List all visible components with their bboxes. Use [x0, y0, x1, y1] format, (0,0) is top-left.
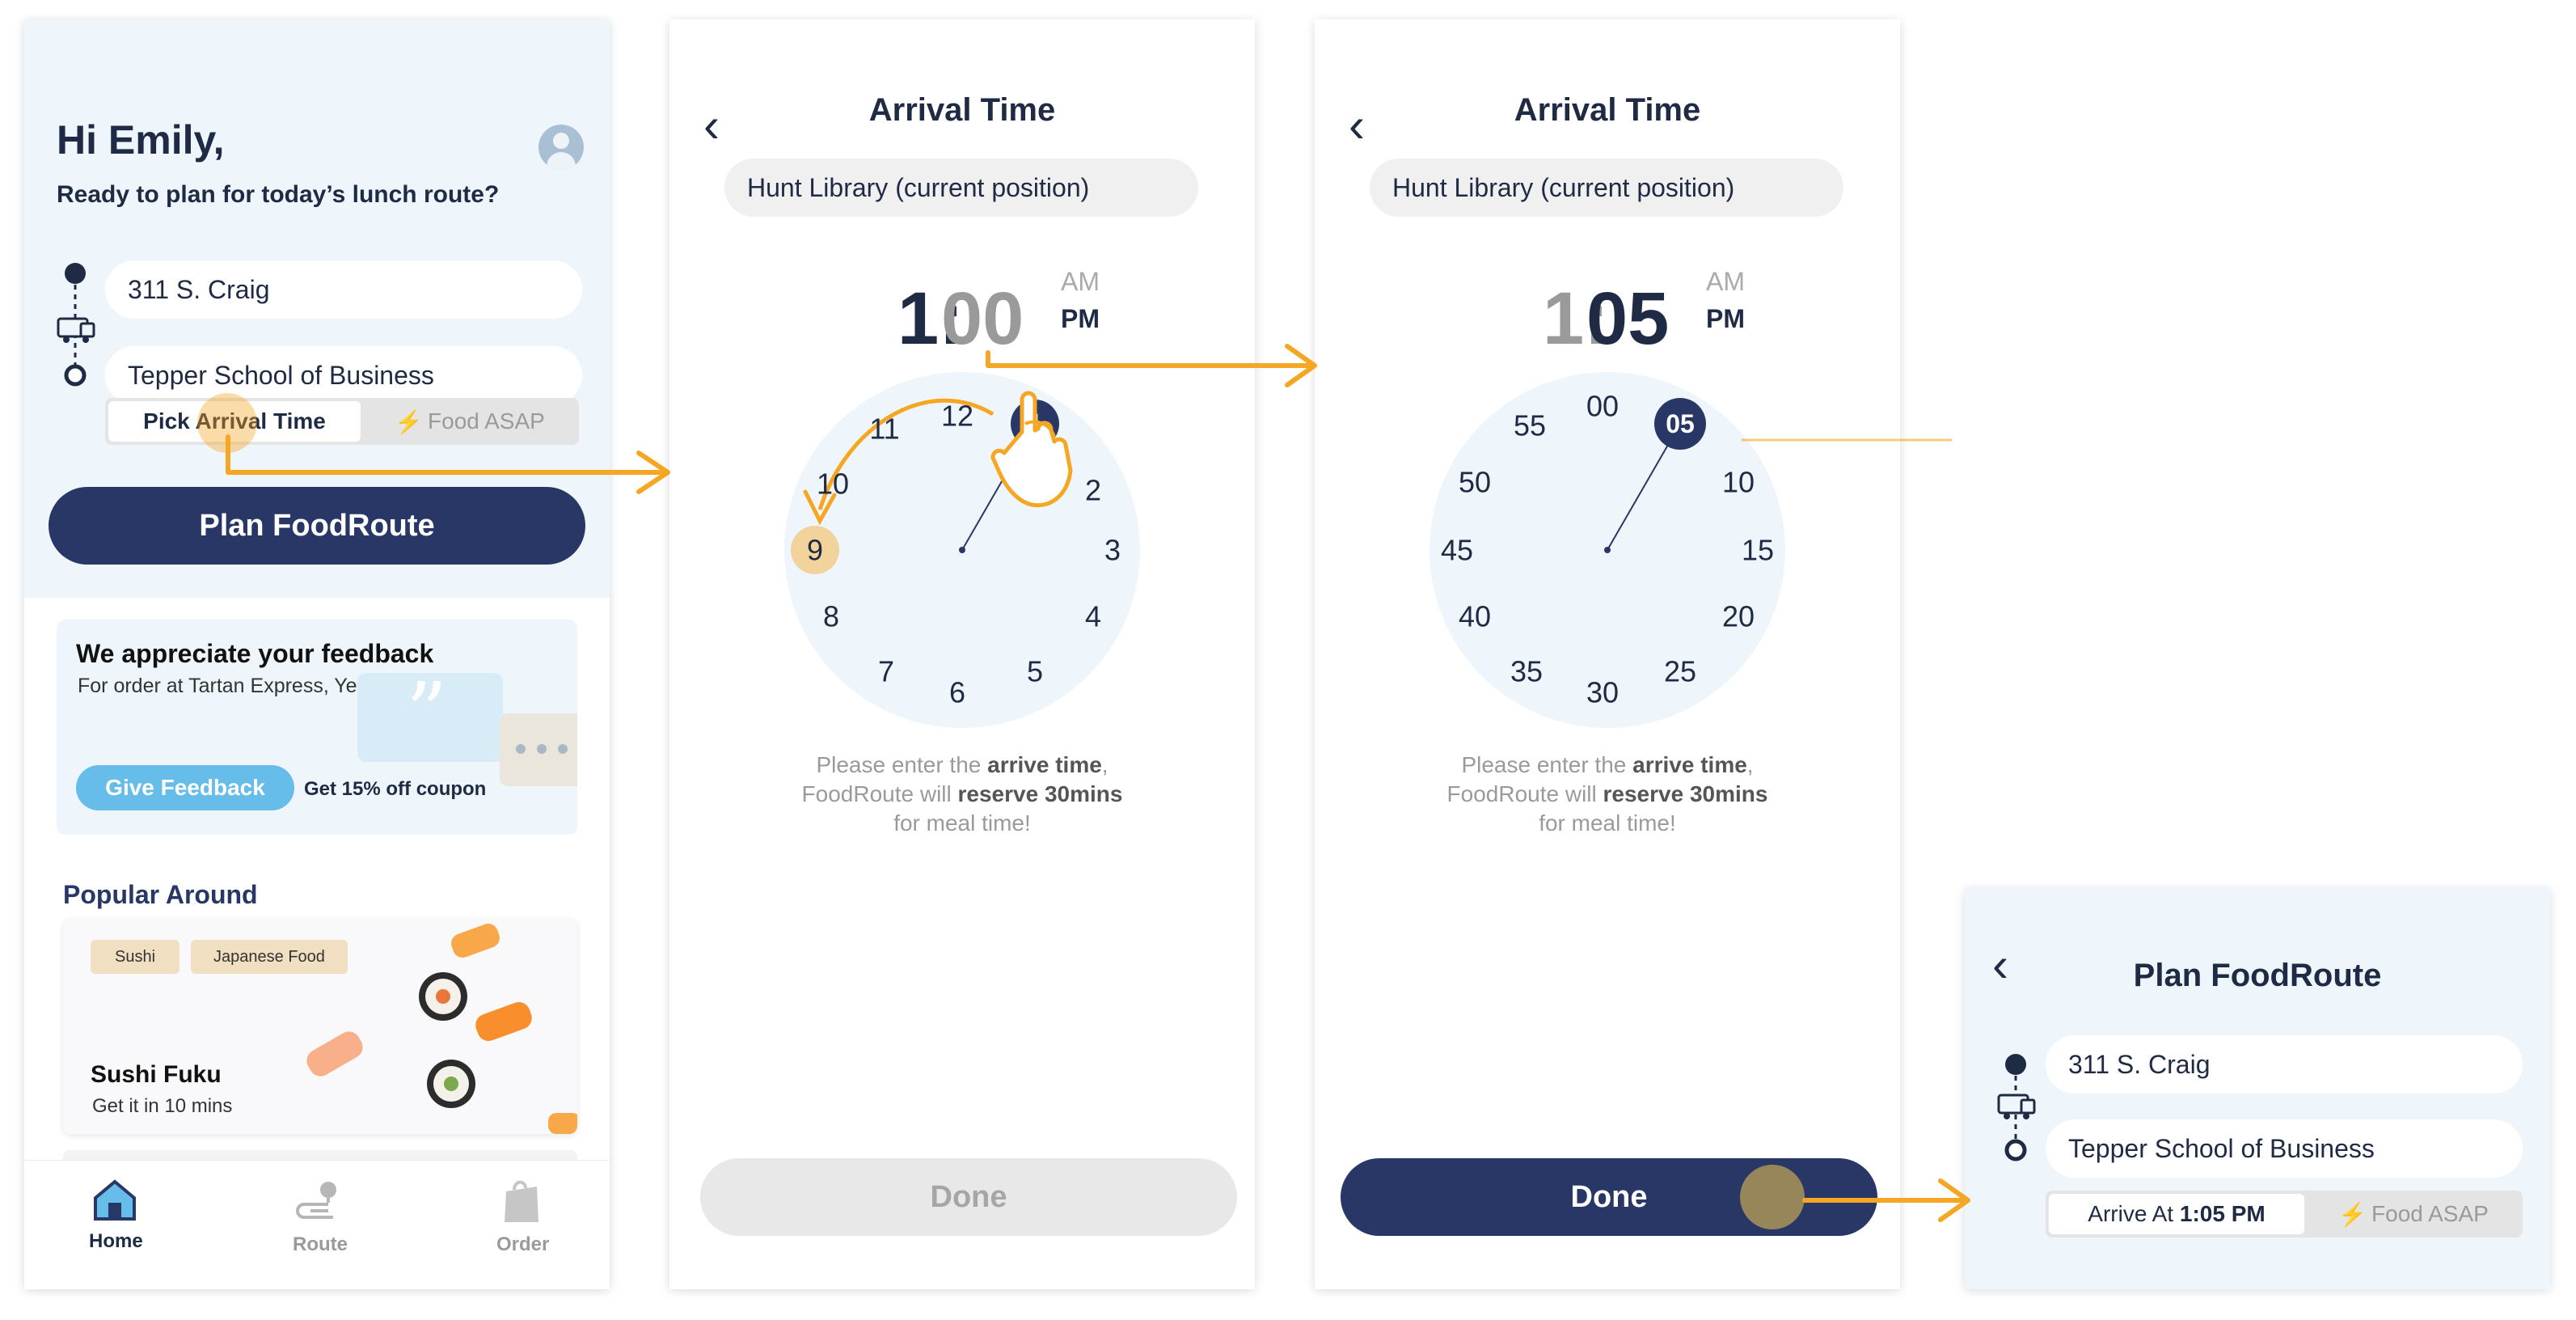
- dial-label[interactable]: 20: [1722, 600, 1755, 633]
- plan-foodroute-screen: ‹ Plan FoodRoute 311 S. Craig Tepper Sch…: [1965, 888, 2550, 1289]
- tag-pill: Sushi: [91, 940, 179, 974]
- dial-label[interactable]: 15: [1742, 534, 1774, 567]
- feedback-title: We appreciate your feedback: [76, 639, 434, 668]
- arrive-at-tab[interactable]: Arrive At 1:05 PM: [2049, 1194, 2304, 1234]
- arrival-time-screen-minute: ‹ Arrival Time Hunt Library (current pos…: [1315, 19, 1900, 1289]
- dial-label[interactable]: 00: [1586, 390, 1619, 423]
- arrival-hint: Please enter the arrive time, FoodRoute …: [1446, 752, 1768, 836]
- to-input[interactable]: Tepper School of Business: [105, 346, 582, 404]
- popular-heading: Popular Around: [63, 880, 258, 909]
- dial-label[interactable]: 6: [949, 676, 965, 709]
- dial-label-selected[interactable]: 05: [1666, 409, 1695, 438]
- coupon-text: Get 15% off coupon: [304, 778, 487, 800]
- dial-label[interactable]: 7: [878, 655, 894, 688]
- food-asap-tab[interactable]: ⚡ Food ASAP: [364, 401, 576, 442]
- dial-label[interactable]: 35: [1510, 655, 1543, 688]
- dial-label[interactable]: 5: [1027, 655, 1043, 688]
- dial-label[interactable]: 10: [1722, 466, 1755, 499]
- dial-label[interactable]: 30: [1586, 676, 1619, 709]
- flow-arrow-head: [1938, 1178, 1970, 1222]
- from-input[interactable]: 311 S. Craig: [105, 260, 582, 319]
- shopping-bag-icon: [505, 1180, 538, 1222]
- home-icon: [94, 1179, 136, 1221]
- home-screen: Hi Emily, Ready to plan for today’s lunc…: [24, 19, 610, 1289]
- dial-label[interactable]: 50: [1459, 466, 1491, 499]
- dial-label[interactable]: 2: [1085, 474, 1101, 507]
- tab-route[interactable]: Route: [293, 1233, 348, 1256]
- restaurant-eta: Get it in 10 mins: [92, 1095, 233, 1117]
- speech-bubble-icon: ”: [357, 665, 503, 762]
- chat-dots-icon: [500, 713, 577, 786]
- bolt-icon: ⚡: [2338, 1201, 2367, 1227]
- dial-label[interactable]: 4: [1085, 600, 1101, 633]
- plan-foodroute-button[interactable]: Plan FoodRoute: [49, 487, 585, 565]
- tab-bar: Home Route Order: [24, 1160, 610, 1289]
- route-line-icon: [1997, 1054, 2036, 1161]
- flow-arrow-head: [1285, 344, 1317, 387]
- arrival-hint: Please enter the arrive time, FoodRoute …: [801, 752, 1123, 836]
- dial-label[interactable]: 45: [1441, 534, 1473, 567]
- feedback-card: We appreciate your feedback For order at…: [57, 620, 577, 835]
- to-input[interactable]: Tepper School of Business: [2046, 1119, 2523, 1178]
- done-button-disabled[interactable]: Done: [700, 1158, 1237, 1236]
- dial-label[interactable]: 10: [817, 468, 849, 501]
- greeting: Hi Emily,: [57, 117, 225, 163]
- tap-indicator: [1740, 1165, 1805, 1229]
- dial-label[interactable]: 55: [1514, 409, 1546, 442]
- tab-home[interactable]: Home: [89, 1230, 143, 1253]
- give-feedback-button[interactable]: Give Feedback: [76, 765, 294, 810]
- timing-toggle: Arrive At 1:05 PM ⚡ Food ASAP: [2046, 1191, 2523, 1238]
- food-asap-tab[interactable]: ⚡ Food ASAP: [2308, 1194, 2519, 1234]
- route-icon: [296, 1182, 336, 1219]
- dial-label[interactable]: 12: [941, 400, 973, 433]
- dial-label[interactable]: 25: [1664, 655, 1696, 688]
- greeting-subtitle: Ready to plan for today’s lunch route?: [57, 181, 500, 208]
- screen-title: Plan FoodRoute: [2133, 958, 2382, 993]
- sushi-image: [306, 924, 577, 1134]
- bolt-icon: ⚡: [395, 408, 424, 434]
- arrival-time-screen-hour: ‹ Arrival Time Hunt Library (current pos…: [669, 19, 1255, 1289]
- tap-indicator: [197, 393, 257, 453]
- hour-dial[interactable]: 12 1 2 3 4 5 6 7 8 9 10 11: [669, 19, 1255, 1289]
- minute-dial[interactable]: 00 05 10 15 20 25 30 35 40 45 50 55: [1315, 19, 1900, 1289]
- dial-label[interactable]: 9: [807, 534, 823, 567]
- restaurant-card[interactable]: Sushi Japanese Food Sushi Fuku Get it in…: [63, 919, 577, 1134]
- restaurant-name: Sushi Fuku: [91, 1061, 222, 1088]
- dial-label[interactable]: 40: [1459, 600, 1491, 633]
- dial-label[interactable]: 11: [869, 412, 899, 446]
- dial-label[interactable]: 8: [823, 600, 839, 633]
- flow-arrow-head: [636, 451, 670, 494]
- avatar[interactable]: [538, 125, 584, 170]
- tab-order[interactable]: Order: [496, 1233, 549, 1256]
- from-input[interactable]: 311 S. Craig: [2046, 1035, 2523, 1094]
- timing-toggle: Pick Arrival Time ⚡ Food ASAP: [105, 398, 579, 445]
- dial-label[interactable]: 3: [1104, 534, 1121, 567]
- route-line-icon: [57, 263, 95, 387]
